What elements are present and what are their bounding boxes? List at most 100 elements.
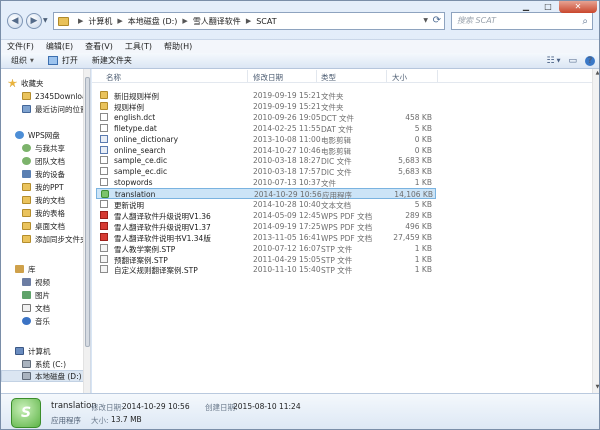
- menu-edit[interactable]: 编辑(E): [46, 41, 73, 52]
- sidebar-item-my-docs[interactable]: 我的文档: [22, 194, 65, 206]
- minimize-button[interactable]: ▁: [515, 1, 537, 13]
- sidebar-item-music[interactable]: 音乐: [22, 315, 50, 327]
- file-row[interactable]: sample_ce.dic 2010-03-18 18:27 DIC 文件 5,683…: [96, 155, 436, 166]
- sidebar-item-label: 与我共享: [35, 143, 65, 153]
- sidebar-item-2345downloads[interactable]: 2345Downloads: [22, 90, 90, 102]
- breadcrumb-item-drive-d[interactable]: 本地磁盘 (D:): [128, 16, 178, 27]
- preview-pane-icon[interactable]: ▭: [568, 56, 577, 66]
- file-size: 1 KB: [414, 243, 432, 253]
- new-folder-button[interactable]: 新建文件夹: [92, 55, 132, 66]
- view-options-chevron-down-icon[interactable]: ▼: [557, 58, 561, 64]
- file-row[interactable]: stopwords 2010-07-13 10:37 文件 1 KB: [96, 177, 436, 188]
- sidebar-item-shared-with-me[interactable]: 与我共享: [22, 142, 65, 154]
- details-modified-value: 2014-10-29 10:56: [122, 402, 190, 411]
- sidebar-item-desktop-docs[interactable]: 桌面文档: [22, 220, 65, 232]
- back-button[interactable]: ◀: [7, 13, 23, 29]
- file-modified-date: 2014-10-27 10:46: [253, 145, 321, 155]
- command-bar: 组织 ▼ 打开 新建文件夹 ☷ ▼ ▭ ?: [1, 53, 599, 69]
- file-row[interactable]: 更新说明 2014-10-28 10:40 文本文档 5 KB: [96, 199, 436, 210]
- search-input[interactable]: 搜索 SCAT ⌕: [451, 12, 593, 30]
- address-history-chevron-down-icon[interactable]: ▼: [423, 17, 428, 24]
- file-row[interactable]: 雪人教学案例.STP 2010-07-12 16:07 STP 文件 1 KB: [96, 243, 436, 254]
- file-row[interactable]: sample_ec.dic 2010-03-18 17:57 DIC 文件 5,683…: [96, 166, 436, 177]
- column-header-name[interactable]: 名称: [106, 72, 121, 83]
- close-button[interactable]: ✕: [559, 1, 597, 13]
- file-row[interactable]: 雪人翻译软件说明书V1.34版 2013-11-05 16:41 WPS PDF 文…: [96, 232, 436, 243]
- sidebar-item-wps-cloud[interactable]: WPS网盘: [15, 129, 60, 141]
- help-icon[interactable]: ?: [585, 56, 595, 66]
- sidebar-item-pictures[interactable]: 图片: [22, 289, 50, 301]
- file-row[interactable]: english.dct 2010-09-26 19:05 DCT 文件 458 KB: [96, 112, 436, 123]
- file-modified-date: 2010-09-26 19:05: [253, 112, 321, 122]
- menu-tools[interactable]: 工具(T): [125, 41, 152, 52]
- recent-pages-chevron-down-icon[interactable]: ▼: [43, 17, 48, 24]
- breadcrumb-item-app-folder[interactable]: 雪人翻译软件: [193, 16, 241, 27]
- menu-file[interactable]: 文件(F): [7, 41, 34, 52]
- chevron-down-icon: ▼: [30, 57, 34, 64]
- sidebar-item-team-docs[interactable]: 团队文档: [22, 155, 65, 167]
- stp-icon: [100, 265, 108, 274]
- sidebar-item-libraries[interactable]: 库: [15, 263, 36, 275]
- star-icon: [8, 79, 17, 87]
- file-name: filetype.dat: [114, 123, 157, 133]
- column-divider[interactable]: [437, 70, 438, 82]
- sidebar-item-documents[interactable]: 文档: [22, 302, 50, 314]
- menu-help[interactable]: 帮助(H): [164, 41, 192, 52]
- menu-view[interactable]: 查看(V): [85, 41, 113, 52]
- refresh-icon[interactable]: ⟳: [433, 15, 441, 26]
- file-size: 5 KB: [414, 123, 432, 133]
- sidebar-item-computer[interactable]: 计算机: [15, 345, 51, 357]
- change-view-icon[interactable]: ☷: [547, 56, 555, 66]
- file-row[interactable]: filetype.dat 2014-02-25 11:55 DAT 文件 5 KB: [96, 123, 436, 134]
- sidebar-item-my-ppt[interactable]: 我的PPT: [22, 181, 64, 193]
- forward-button[interactable]: ▶: [26, 13, 42, 29]
- maximize-button[interactable]: □: [537, 1, 559, 13]
- column-divider[interactable]: [247, 70, 248, 82]
- file-modified-date: 2019-09-19 15:21: [253, 101, 321, 111]
- sidebar-item-label: 团队文档: [35, 156, 65, 166]
- file-row[interactable]: 规则样例 2019-09-19 15:21 文件夹: [96, 101, 436, 112]
- sidebar-item-label: 我的文档: [35, 195, 65, 205]
- folder-icon: [22, 209, 31, 217]
- column-header-size[interactable]: 大小: [392, 72, 407, 83]
- file-row[interactable]: 雪人翻译软件升级说明V1.36 2014-05-09 12:45 WPS PDF 文…: [96, 210, 436, 221]
- breadcrumb-item-computer[interactable]: 计算机: [88, 16, 112, 27]
- column-divider[interactable]: [316, 70, 317, 82]
- sidebar-item-recent-places[interactable]: 最近访问的位置: [22, 103, 88, 115]
- sidebar-item-favorites[interactable]: 收藏夹: [8, 77, 44, 89]
- sidebar-scrollbar-thumb[interactable]: [85, 77, 90, 347]
- open-button[interactable]: 打开: [47, 55, 78, 66]
- breadcrumb-separator-icon[interactable]: ▶: [246, 17, 251, 25]
- sidebar-item-drive-c[interactable]: 系统 (C:): [22, 358, 66, 370]
- file-list: 名称 修改日期 类型 大小 新旧规则样例 2019-09-19 15:21 文件夹规…: [92, 69, 599, 393]
- breadcrumb-item-scat[interactable]: SCAT: [256, 17, 276, 26]
- sidebar-item-videos[interactable]: 视频: [22, 276, 50, 288]
- address-bar[interactable]: ▶ 计算机 ▶ 本地磁盘 (D:) ▶ 雪人翻译软件 ▶ SCAT ▼ ⟳: [53, 12, 445, 30]
- sidebar-item-my-sheets[interactable]: 我的表格: [22, 207, 65, 219]
- column-header-type[interactable]: 类型: [321, 72, 336, 83]
- file-row[interactable]: online_dictionary 2013-10-08 11:00 电影剪辑 0 K…: [96, 134, 436, 145]
- column-header-date[interactable]: 修改日期: [253, 72, 283, 83]
- breadcrumb-separator-icon[interactable]: ▶: [182, 17, 187, 25]
- file-row[interactable]: 雪人翻译软件升级说明V1.37 2014-09-19 17:25 WPS PDF 文…: [96, 221, 436, 232]
- details-size-label: 大小:: [91, 416, 109, 425]
- file-row[interactable]: translation 2014-10-29 10:56 应用程序 14,106 KB: [96, 188, 436, 200]
- organize-button[interactable]: 组织 ▼: [11, 55, 34, 66]
- file-row[interactable]: 预翻译案例.STP 2011-04-29 15:05 STP 文件 1 KB: [96, 254, 436, 265]
- search-icon[interactable]: ⌕: [582, 14, 588, 30]
- sidebar-item-drive-d[interactable]: 本地磁盘 (D:): [1, 370, 89, 382]
- sidebar-item-add-sync-folder[interactable]: 添加同步文件夹: [22, 233, 88, 245]
- column-divider[interactable]: [386, 70, 387, 82]
- scroll-down-icon[interactable]: ▼: [594, 384, 599, 392]
- scroll-up-icon[interactable]: ▲: [594, 70, 599, 78]
- file-row[interactable]: online_search 2014-10-27 10:46 电影剪辑 0 KB: [96, 145, 436, 156]
- file-row[interactable]: 新旧规则样例 2019-09-19 15:21 文件夹: [96, 90, 436, 101]
- file-list-scrollbar[interactable]: ▲ ▼: [592, 69, 599, 393]
- recent-places-icon: [22, 105, 31, 113]
- file-row[interactable]: 自定义规则翻译案例.STP 2010-11-10 15:40 STP 文件 1 KB: [96, 264, 436, 275]
- file-size: 1 KB: [414, 254, 432, 264]
- file-size: 458 KB: [405, 112, 432, 122]
- sidebar-scrollbar[interactable]: [83, 69, 90, 393]
- breadcrumb-separator-icon[interactable]: ▶: [117, 17, 122, 25]
- sidebar-item-my-devices[interactable]: 我的设备: [22, 168, 65, 180]
